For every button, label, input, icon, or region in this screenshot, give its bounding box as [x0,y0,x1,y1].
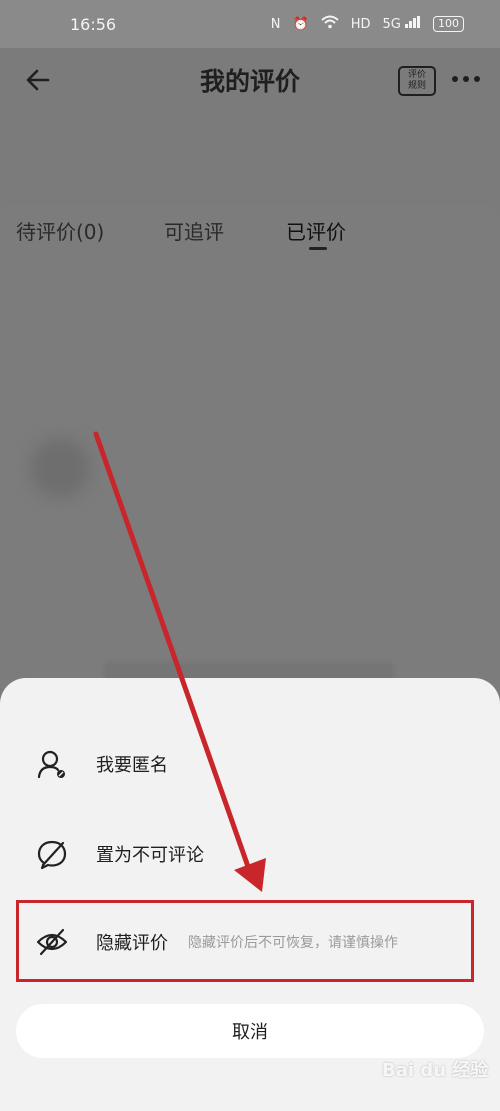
rules-label: 评价 规则 [408,70,426,92]
hd-icon: HD [350,16,371,32]
tab-followup[interactable]: 可追评 [164,216,224,245]
signal-icon: 5G [383,16,422,32]
more-dot [474,76,480,82]
tab-reviewed[interactable]: 已评价 [286,216,346,245]
sheet-item-label: 我要匿名 [96,755,168,776]
app-header: 我的评价 评价 规则 [0,48,500,112]
sheet-item-no-comment[interactable]: 置为不可评论 [0,824,500,884]
anonymous-user-icon [37,750,65,779]
tab-pending[interactable]: 待评价(0) [16,216,104,245]
more-dot [452,76,458,82]
more-dot [463,76,469,82]
active-tab-indicator [309,247,327,250]
battery-icon: 100 [433,16,464,32]
rules-label-line2: 规则 [407,81,426,91]
review-tabs: 待评价(0) 可追评 已评价 [0,216,500,266]
highlight-box-annotation [16,900,474,982]
blurred-avatar [30,438,90,498]
watermark-logo: Bai du 经验 [382,1060,489,1081]
rules-label-line1: 评价 [407,70,426,80]
status-bar: 16:56 N ⏰ HD 5G 100 [0,0,500,48]
nfc-icon: N [270,16,281,32]
status-icons: N ⏰ HD 5G 100 [271,15,464,33]
review-rules-button[interactable]: 评价 规则 [398,66,436,96]
sheet-item-label: 置为不可评论 [96,845,204,866]
alarm-icon: ⏰ [292,16,309,32]
no-comment-icon [37,840,67,870]
more-options-icon[interactable] [452,76,482,84]
network-type-label: 5G [382,17,401,32]
sheet-item-anonymous[interactable]: 我要匿名 [0,734,500,794]
wifi-icon [321,15,339,33]
cancel-button[interactable]: 取消 [16,1004,484,1058]
status-time: 16:56 [70,14,117,34]
